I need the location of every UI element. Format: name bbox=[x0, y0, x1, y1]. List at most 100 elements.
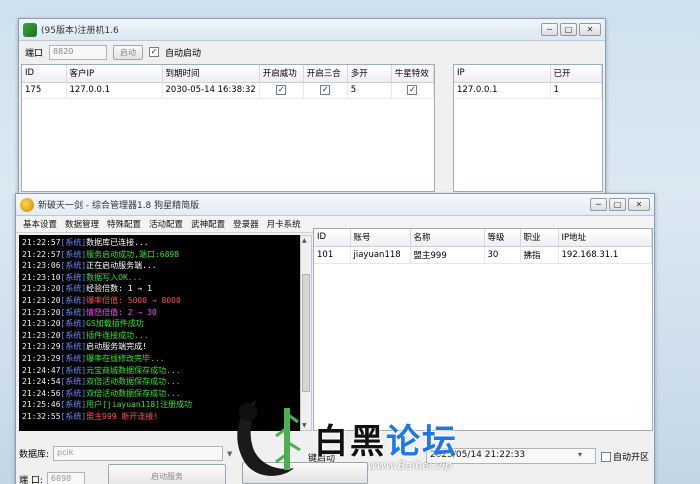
power-checkbox[interactable]: ✓ bbox=[276, 84, 287, 95]
log-message: 经验倍数: 1 → 1 bbox=[86, 284, 152, 294]
log-tag: [系统] bbox=[60, 238, 87, 247]
log-line: 21:22:57[系统]服务启动成功,端口:6898 bbox=[22, 249, 297, 261]
log-message: 爆率在线修改完毕... bbox=[86, 353, 165, 363]
scroll-thumb[interactable] bbox=[302, 274, 310, 392]
col-name[interactable]: 名称 bbox=[410, 229, 485, 247]
log-time: 21:23:06 bbox=[22, 261, 61, 271]
manager-titlebar[interactable]: 新破天一剑 - 综合管理器1.8 狗星精简版 ─ □ ✕ bbox=[16, 194, 654, 216]
maximize-button[interactable]: □ bbox=[609, 198, 626, 211]
scroll-up-icon[interactable]: ▲ bbox=[302, 237, 307, 244]
cell-multi: 5 bbox=[347, 82, 392, 99]
col-ip-address[interactable]: IP地址 bbox=[558, 229, 652, 247]
port-input[interactable]: 6898 bbox=[46, 472, 85, 484]
log-time: 21:23:20 bbox=[22, 319, 61, 329]
log-tag: [系统] bbox=[60, 319, 87, 329]
player-table: ID 账号 名称 等级 职业 IP地址 101 jiayuan118 盟主999… bbox=[313, 228, 653, 431]
port-input[interactable]: 8820 bbox=[49, 44, 108, 60]
col-id[interactable]: ID bbox=[22, 65, 67, 83]
log-tag: [系统] bbox=[60, 261, 87, 271]
db-select[interactable]: pcik bbox=[53, 446, 224, 461]
log-tag: [系统] bbox=[60, 272, 87, 282]
log-tag: [系统] bbox=[60, 353, 87, 363]
port-label: 端口 bbox=[25, 48, 44, 59]
col-multi-open[interactable]: 多开 bbox=[347, 65, 392, 83]
cell-ip: 127.0.0.1 bbox=[454, 82, 551, 99]
cell-count: 1 bbox=[550, 82, 602, 99]
effect-checkbox[interactable]: ✓ bbox=[407, 84, 418, 95]
col-id[interactable]: ID bbox=[314, 229, 351, 247]
datetime-picker[interactable]: 2025/05/14 21:22:33 bbox=[426, 448, 596, 464]
log-message: 双倍活动数据保存成功... bbox=[86, 377, 181, 387]
minimize-button[interactable]: ─ bbox=[590, 198, 607, 211]
auto-open-checkbox[interactable] bbox=[601, 451, 611, 462]
col-level[interactable]: 等级 bbox=[484, 229, 521, 247]
close-button[interactable]: ✕ bbox=[628, 198, 650, 211]
log-time: 21:24:56 bbox=[22, 388, 61, 398]
log-scrollbar[interactable]: ▲ ▼ bbox=[300, 235, 312, 431]
log-line: 21:23:20[系统]经验倍数: 1 → 1 bbox=[22, 283, 297, 295]
menu-special-config[interactable]: 特殊配置 bbox=[103, 218, 145, 230]
log-tag: [系统] bbox=[60, 400, 87, 410]
log-message: 插件连接成功... bbox=[86, 330, 149, 340]
chevron-down-icon[interactable]: ▼ bbox=[227, 450, 232, 458]
col-client-ip[interactable]: 客户IP bbox=[66, 65, 163, 83]
system-log[interactable]: 21:22:57[系统]数据库已连接... 21:22:57[系统]服务启动成功,… bbox=[19, 235, 300, 431]
calendar-icon[interactable]: ▾ bbox=[578, 450, 582, 459]
close-button[interactable]: ✕ bbox=[579, 23, 601, 36]
menu-wushen-config[interactable]: 武神配置 bbox=[187, 218, 229, 230]
log-line: 21:25:46[系统]用户[jiayuan118]注册成功 bbox=[22, 399, 297, 411]
menu-data-management[interactable]: 数据管理 bbox=[61, 218, 103, 230]
auto-open-group[interactable]: 自动开区 bbox=[601, 450, 649, 463]
log-tag: [系统] bbox=[60, 307, 87, 317]
log-message: 双倍活动数据保存成功... bbox=[86, 388, 181, 398]
minimize-button[interactable]: ─ bbox=[541, 23, 558, 36]
log-time: 21:32:55 bbox=[22, 411, 61, 421]
col-enable-power[interactable]: 开启威功 bbox=[259, 65, 304, 83]
menu-launcher[interactable]: 登录器 bbox=[229, 218, 263, 230]
log-tag: [系统] bbox=[60, 295, 87, 305]
window-title: 新破天一剑 - 综合管理器1.8 狗星精简版 bbox=[38, 201, 200, 211]
table-row[interactable]: 101 jiayuan118 盟主999 30 拂指 192.168.31.1 bbox=[314, 246, 652, 264]
log-tag: [系统] bbox=[60, 377, 87, 387]
port-label: 端 口: bbox=[19, 476, 43, 484]
log-line: 21:23:20[系统]GS加载插件成功 bbox=[22, 318, 297, 330]
log-time: 21:23:20 bbox=[22, 295, 61, 305]
log-line: 21:23:29[系统]爆率在线修改完毕... bbox=[22, 353, 297, 365]
log-time: 21:24:47 bbox=[22, 365, 61, 375]
col-account[interactable]: 账号 bbox=[350, 229, 411, 247]
cell-ip: 127.0.0.1 bbox=[66, 82, 163, 99]
scroll-down-icon[interactable]: ▼ bbox=[302, 422, 307, 429]
start-service-button[interactable]: 启动服务 bbox=[108, 464, 226, 484]
three-checkbox[interactable]: ✓ bbox=[320, 84, 331, 95]
col-ip[interactable]: IP bbox=[454, 65, 551, 83]
col-job[interactable]: 职业 bbox=[520, 229, 559, 247]
log-message: 情怒倍值: 2 → 30 bbox=[86, 307, 157, 317]
log-message: 爆率倍值: 5000 → 8000 bbox=[86, 295, 181, 305]
registration-titlebar[interactable]: (95版本)注册机1.6 ─ □ ✕ bbox=[19, 19, 605, 41]
col-expire-time[interactable]: 到期时间 bbox=[162, 65, 260, 83]
menu-monthly-card[interactable]: 月卡系统 bbox=[263, 218, 305, 230]
table-row[interactable]: 175 127.0.0.1 2030-05-14 16:38:32 ✓ ✓ 5 … bbox=[22, 82, 435, 99]
maximize-button[interactable]: □ bbox=[560, 23, 577, 36]
menu-basic-settings[interactable]: 基本设置 bbox=[19, 218, 61, 230]
log-line: 21:23:20[系统]插件连接成功... bbox=[22, 330, 297, 342]
manager-window: 新破天一剑 - 综合管理器1.8 狗星精简版 ─ □ ✕ 基本设置 数据管理 特… bbox=[15, 193, 655, 484]
start-button[interactable]: 启动 bbox=[113, 44, 144, 60]
secondary-button[interactable] bbox=[242, 462, 368, 484]
log-message: 数据库已连接... bbox=[86, 238, 149, 247]
col-special-effect[interactable]: 牛星特效 bbox=[391, 65, 435, 83]
log-time: 21:25:46 bbox=[22, 400, 61, 410]
log-line: 21:22:57[系统]数据库已连接... bbox=[22, 237, 297, 249]
log-message: 服务启动成功,端口:6898 bbox=[86, 249, 180, 259]
client-table: ID 客户IP 到期时间 开启威功 开启三合 多开 牛星特效 175 127.0… bbox=[21, 64, 435, 192]
auto-start-checkbox[interactable]: ✓ bbox=[149, 47, 160, 57]
registration-window: (95版本)注册机1.6 ─ □ ✕ 端口 8820 启动 ✓ 自动启动 ID … bbox=[18, 18, 606, 194]
log-time: 21:23:20 bbox=[22, 284, 61, 294]
log-message: 用户[jiayuan118]注册成功 bbox=[86, 400, 192, 410]
menu-event-config[interactable]: 活动配置 bbox=[145, 218, 187, 230]
log-time: 21:23:10 bbox=[22, 272, 61, 282]
col-enable-three[interactable]: 开启三合 bbox=[303, 65, 348, 83]
table-row[interactable]: 127.0.0.1 1 bbox=[454, 82, 602, 99]
log-line: 21:23:20[系统]情怒倍值: 2 → 30 bbox=[22, 307, 297, 319]
col-opened[interactable]: 已开 bbox=[550, 65, 602, 83]
